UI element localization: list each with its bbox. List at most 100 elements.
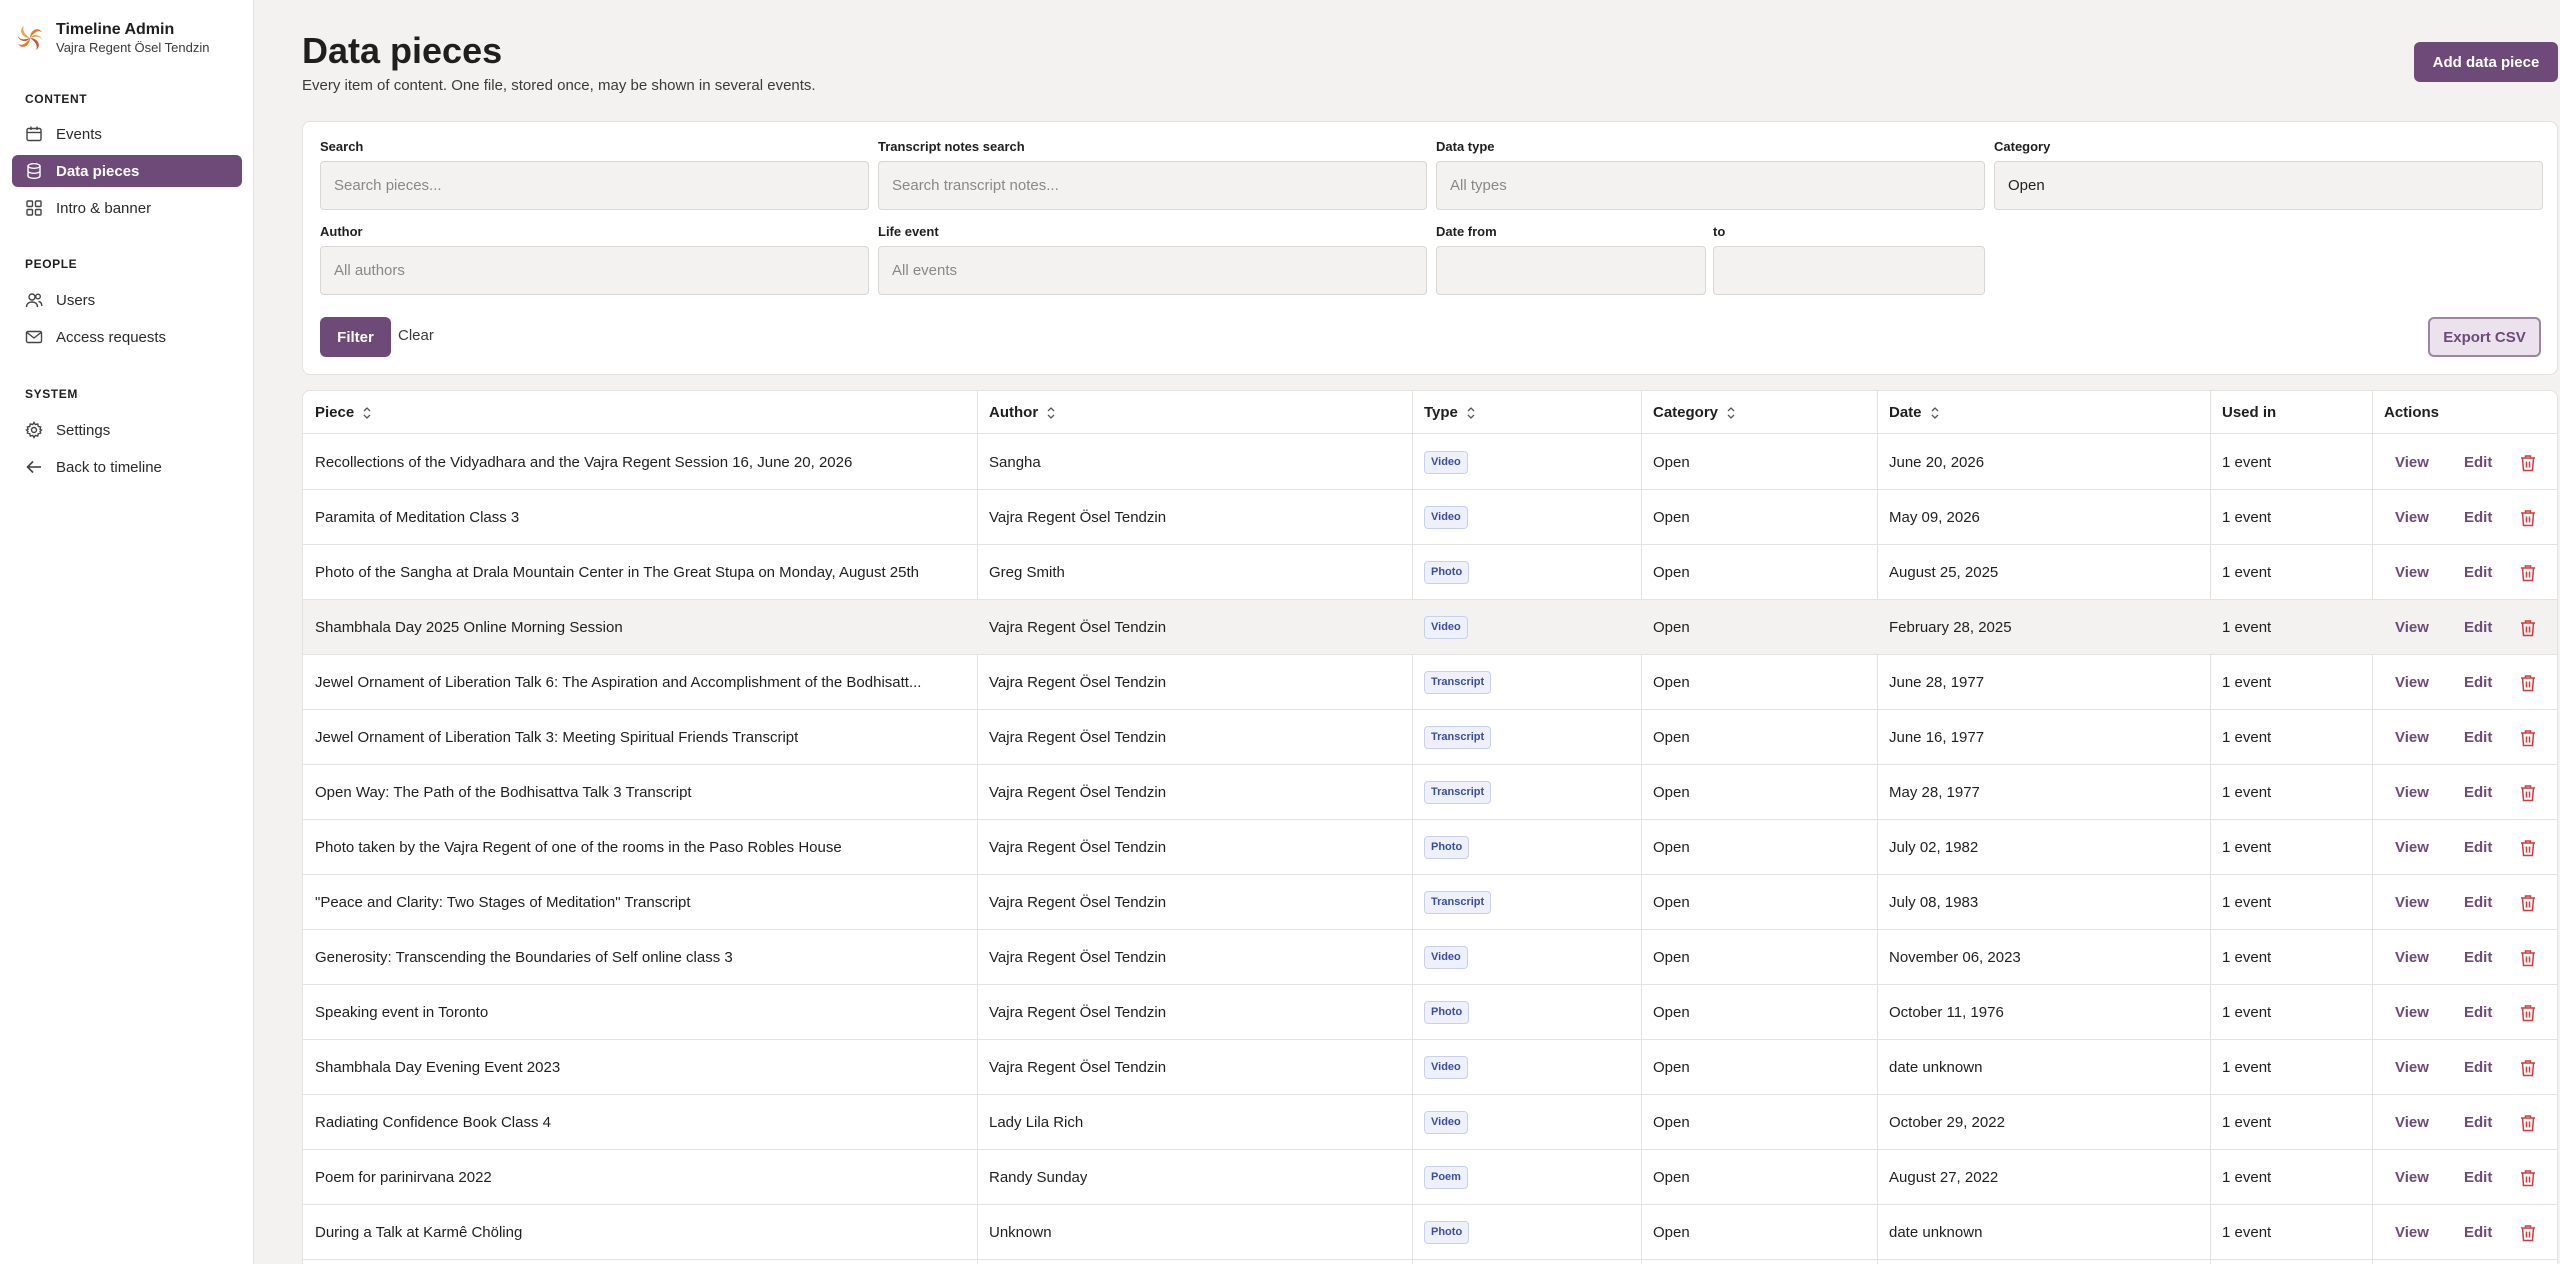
sidebar-item-back-to-timeline[interactable]: Back to timeline	[12, 451, 242, 483]
cell-piece[interactable]: Poem for parinirvana 2022	[303, 1150, 969, 1205]
trash-icon[interactable]	[2518, 508, 2538, 528]
edit-button[interactable]: Edit	[2464, 655, 2492, 710]
cell-piece[interactable]: Radiating Confidence Book Class 4	[303, 1095, 969, 1150]
add-data-piece-button[interactable]: Add data piece	[2414, 42, 2558, 82]
cell-piece[interactable]: Open Way: The Path of the Bodhisattva Ta…	[303, 765, 969, 820]
trash-icon[interactable]	[2518, 673, 2538, 693]
trash-icon[interactable]	[2518, 728, 2538, 748]
view-button[interactable]: View	[2395, 545, 2429, 600]
cell-type: Photo	[1412, 820, 1641, 875]
edit-button[interactable]: Edit	[2464, 985, 2492, 1040]
cell-piece[interactable]: Jewel Ornament of Liberation Talk 6: The…	[303, 655, 969, 710]
edit-button[interactable]: Edit	[2464, 1150, 2492, 1205]
edit-button[interactable]: Edit	[2464, 490, 2492, 545]
view-button[interactable]: View	[2395, 710, 2429, 765]
sidebar-item-data-pieces[interactable]: Data pieces	[12, 155, 242, 187]
clear-link[interactable]: Clear	[398, 327, 434, 344]
export-csv-button[interactable]: Export CSV	[2428, 317, 2541, 357]
author-select[interactable]	[320, 246, 869, 295]
cell-piece[interactable]: Shambhala Day 2025 Online Morning Sessio…	[303, 600, 969, 655]
cell-piece[interactable]: Jewel Ornament of Liberation Talk 3: Mee…	[303, 710, 969, 765]
trash-icon[interactable]	[2518, 948, 2538, 968]
used-in-value: 1 event	[2222, 1114, 2272, 1131]
view-button[interactable]: View	[2395, 600, 2429, 655]
cell-piece[interactable]: "Peace and Clarity: Two Stages of Medita…	[303, 875, 969, 930]
view-button[interactable]: View	[2395, 930, 2429, 985]
sidebar-item-access-requests[interactable]: Access requests	[12, 321, 242, 353]
edit-button[interactable]: Edit	[2464, 820, 2492, 875]
cell-piece[interactable]: During a Talk at Karmê Chöling	[303, 1205, 969, 1260]
view-button[interactable]: View	[2395, 435, 2429, 490]
table-row: During a Talk at Karmê Chöling Unknown P…	[303, 1205, 2557, 1260]
cell-piece[interactable]: Photo of the Sangha at Drala Mountain Ce…	[303, 545, 969, 600]
brand[interactable]: Timeline Admin Vajra Regent Ösel Tendzin	[14, 20, 209, 56]
edit-button[interactable]: Edit	[2464, 435, 2492, 490]
cell-piece[interactable]: Recollections of the Vidyadhara and the …	[303, 435, 969, 490]
edit-button[interactable]: Edit	[2464, 930, 2492, 985]
view-button[interactable]: View	[2395, 985, 2429, 1040]
column-header-author[interactable]: Author	[977, 391, 1412, 434]
type-badge: Video	[1424, 616, 1468, 639]
sidebar-item-users[interactable]: Users	[12, 284, 242, 316]
cell-date: November 06, 2023	[1877, 930, 2210, 985]
trash-icon[interactable]	[2518, 453, 2538, 473]
view-button[interactable]: View	[2395, 875, 2429, 930]
cell-type: Video	[1412, 1040, 1641, 1095]
edit-button[interactable]: Edit	[2464, 1040, 2492, 1095]
trash-icon[interactable]	[2518, 1168, 2538, 1188]
column-header-piece[interactable]: Piece	[303, 391, 977, 434]
category-select[interactable]	[1994, 161, 2543, 210]
edit-button[interactable]: Edit	[2464, 545, 2492, 600]
date-to-input[interactable]	[1713, 246, 1985, 295]
edit-button[interactable]: Edit	[2464, 765, 2492, 820]
search-input[interactable]	[320, 161, 869, 210]
category-value: Open	[1653, 949, 1690, 966]
edit-button[interactable]: Edit	[2464, 710, 2492, 765]
transcript-search-input[interactable]	[878, 161, 1427, 210]
trash-icon[interactable]	[2518, 893, 2538, 913]
type-badge: Video	[1424, 1111, 1468, 1134]
view-button[interactable]: View	[2395, 1095, 2429, 1150]
cell-used-in: 1 event	[2210, 930, 2372, 985]
trash-icon[interactable]	[2518, 618, 2538, 638]
cell-used-in: 1 event	[2210, 490, 2372, 545]
filter-button[interactable]: Filter	[320, 317, 391, 357]
life-event-select[interactable]	[878, 246, 1427, 295]
edit-button[interactable]: Edit	[2464, 1095, 2492, 1150]
cell-piece[interactable]: Speaking event in Toronto	[303, 985, 969, 1040]
table-row: "Peace and Clarity: Two Stages of Medita…	[303, 875, 2557, 930]
cell-author: Vajra Regent Ösel Tendzin	[977, 930, 1412, 985]
sidebar-item-events[interactable]: Events	[12, 118, 242, 150]
cell-piece[interactable]: Shambhala Day Evening Event 2023	[303, 1040, 969, 1095]
used-in-value: 1 event	[2222, 619, 2272, 636]
cell-piece[interactable]: Generosity: Transcending the Boundaries …	[303, 930, 969, 985]
column-header-category[interactable]: Category	[1641, 391, 1877, 434]
column-header-type[interactable]: Type	[1412, 391, 1641, 434]
edit-button[interactable]: Edit	[2464, 1205, 2492, 1260]
trash-icon[interactable]	[2518, 783, 2538, 803]
view-button[interactable]: View	[2395, 490, 2429, 545]
cell-piece[interactable]: Paramita of Meditation Class 3	[303, 490, 969, 545]
view-button[interactable]: View	[2395, 1040, 2429, 1095]
trash-icon[interactable]	[2518, 1223, 2538, 1243]
sidebar-item-settings[interactable]: Settings	[12, 414, 242, 446]
view-button[interactable]: View	[2395, 1150, 2429, 1205]
edit-button[interactable]: Edit	[2464, 875, 2492, 930]
view-button[interactable]: View	[2395, 820, 2429, 875]
trash-icon[interactable]	[2518, 1058, 2538, 1078]
data-type-select[interactable]	[1436, 161, 1985, 210]
cell-piece[interactable]: Photo taken by the Vajra Regent of one o…	[303, 820, 969, 875]
view-button[interactable]: View	[2395, 1205, 2429, 1260]
date-from-input[interactable]	[1436, 246, 1706, 295]
users-icon	[25, 293, 43, 308]
trash-icon[interactable]	[2518, 563, 2538, 583]
view-button[interactable]: View	[2395, 765, 2429, 820]
cell-used-in: 1 event	[2210, 655, 2372, 710]
view-button[interactable]: View	[2395, 655, 2429, 710]
trash-icon[interactable]	[2518, 1003, 2538, 1023]
trash-icon[interactable]	[2518, 1113, 2538, 1133]
edit-button[interactable]: Edit	[2464, 600, 2492, 655]
column-header-date[interactable]: Date	[1877, 391, 2210, 434]
sidebar-item-intro-banner[interactable]: Intro & banner	[12, 192, 242, 224]
trash-icon[interactable]	[2518, 838, 2538, 858]
